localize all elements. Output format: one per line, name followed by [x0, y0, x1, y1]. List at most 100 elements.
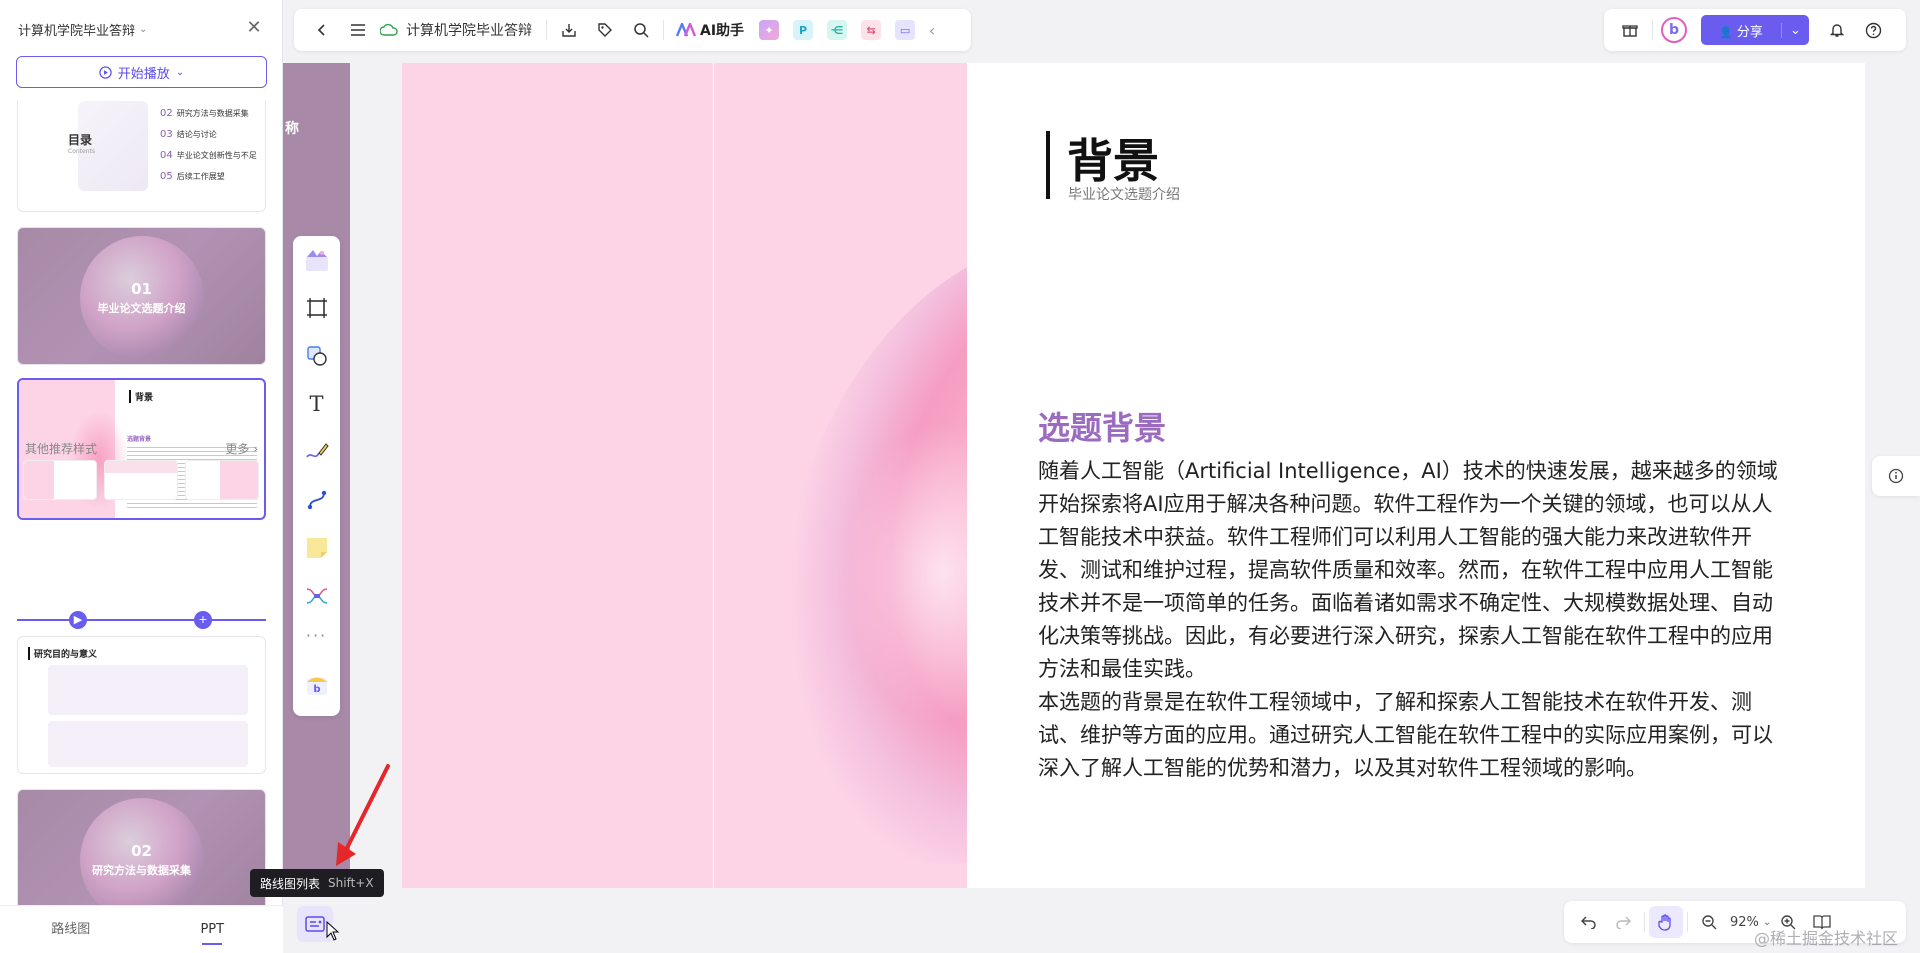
- top-toolbar: 计算机学院毕业答辩 AI助手 ✦ P ⋲ ⇆ ▭ ‹: [294, 9, 971, 51]
- divider: [546, 20, 547, 40]
- image-app-icon[interactable]: ✦: [759, 20, 780, 40]
- svg-text:b: b: [313, 684, 320, 695]
- slide-thumbnail-purpose[interactable]: 研究目的与意义: [17, 636, 266, 774]
- share-button[interactable]: 👤 分享 ⌄: [1701, 15, 1809, 45]
- slide-label: 研究方法与数据采集: [92, 864, 191, 877]
- more-icon[interactable]: ···: [301, 620, 332, 651]
- slide-thumbnail-02[interactable]: 02 研究方法与数据采集: [17, 789, 266, 905]
- chevron-left-icon[interactable]: [304, 14, 340, 46]
- recommended-styles: 其他推荐样式 更多 ›: [17, 436, 266, 506]
- roadmap-list-icon: [305, 916, 325, 932]
- insert-toolbar: T ··· b: [293, 236, 340, 716]
- start-play-button[interactable]: 开始播放 ⌄: [16, 56, 267, 88]
- watermark: @稀土掘金技术社区: [1753, 929, 1898, 948]
- p-app-icon[interactable]: P: [793, 20, 814, 40]
- connector-icon[interactable]: [301, 484, 332, 515]
- undo-icon[interactable]: [1572, 906, 1606, 938]
- slide-number: 02: [131, 842, 152, 860]
- slide-sidebar: 计算机学院毕业答辩 ⌄ ✕ 开始播放 ⌄ 目录 Contents 02 研究方法与…: [0, 0, 283, 953]
- cloud-icon: [376, 14, 402, 46]
- help-icon[interactable]: [1855, 14, 1891, 46]
- play-here-icon[interactable]: ▶: [69, 611, 87, 629]
- title-accent-bar: [1046, 131, 1050, 199]
- divider: [1644, 912, 1645, 932]
- slide-label: 毕业论文选题介绍: [97, 302, 186, 315]
- tooltip-label: 路线图列表: [260, 876, 321, 891]
- frame-icon[interactable]: [301, 292, 332, 323]
- add-user-icon: 👤: [1719, 25, 1733, 39]
- chevron-down-icon: ⌄: [139, 24, 148, 35]
- slide-number: 01: [131, 280, 152, 298]
- ai-logo-icon: [676, 23, 696, 37]
- tab-roadmap[interactable]: 路线图: [0, 906, 142, 953]
- thumb-title: 背景: [129, 390, 153, 403]
- tag-icon[interactable]: [587, 14, 623, 46]
- paragraph: 随着人工智能（Artificial Intelligence，AI）技术的快速发…: [1038, 459, 1778, 681]
- slide-thumbnail-toc[interactable]: 目录 Contents 02 研究方法与数据采集 03 结论与讨论 04 毕业论文创新…: [17, 100, 266, 212]
- chevron-down-icon[interactable]: ⌄: [1781, 22, 1809, 38]
- toc-item: 04 毕业论文创新性与不足: [160, 150, 257, 161]
- toc-items: 02 研究方法与数据采集 03 结论与讨论 04 毕业论文创新性与不足 05 后续工作展…: [160, 103, 257, 187]
- pen-icon[interactable]: [301, 436, 332, 467]
- add-slide-icon[interactable]: +: [194, 611, 212, 629]
- gift-icon[interactable]: [1612, 14, 1648, 46]
- info-icon[interactable]: [1872, 456, 1920, 496]
- redo-icon[interactable]: [1606, 906, 1640, 938]
- tab-ppt[interactable]: PPT: [142, 906, 284, 953]
- toc-item: 05 后续工作展望: [160, 171, 225, 182]
- toc-item: 03 结论与讨论: [160, 129, 217, 140]
- sidebar-title-text: 计算机学院毕业答辩: [18, 24, 136, 39]
- slide-title[interactable]: 背景: [1067, 125, 1159, 191]
- text-icon[interactable]: T: [301, 388, 332, 419]
- divider: [663, 20, 664, 40]
- ai-assistant-label: AI助手: [700, 23, 745, 39]
- cursor-icon: [326, 921, 340, 941]
- collapse-chevron-icon[interactable]: ‹: [922, 14, 942, 46]
- flow-app-icon[interactable]: ⇆: [861, 20, 882, 40]
- slide-thumbnail-list[interactable]: 目录 Contents 02 研究方法与数据采集 03 结论与讨论 04 毕业论文创新…: [0, 100, 283, 905]
- avatar[interactable]: b: [1661, 17, 1687, 43]
- divider: [1687, 912, 1688, 932]
- menu-icon[interactable]: [340, 14, 376, 46]
- more-link[interactable]: 更多 ›: [225, 440, 258, 457]
- sidebar-title[interactable]: 计算机学院毕业答辩 ⌄: [18, 20, 147, 39]
- thumb-title: 研究目的与意义: [28, 647, 97, 660]
- slide-thumbnail-01[interactable]: 01 毕业论文选题介绍: [17, 227, 266, 365]
- previous-slide-text: 称: [285, 121, 299, 137]
- slide-subtitle[interactable]: 毕业论文选题介绍: [1068, 184, 1180, 204]
- recommended-style-card[interactable]: [23, 460, 97, 500]
- sticky-note-icon[interactable]: [301, 532, 332, 563]
- thumb-box: [48, 721, 248, 767]
- toc-item: 02 研究方法与数据采集: [160, 108, 249, 119]
- toc-title: 目录: [68, 133, 93, 147]
- body-text[interactable]: 随着人工智能（Artificial Intelligence，AI）技术的快速发…: [1038, 455, 1788, 785]
- red-arrow-annotation: [336, 764, 390, 866]
- mindmap-icon[interactable]: [301, 580, 332, 611]
- recommended-style-card[interactable]: [185, 460, 259, 500]
- zoom-out-icon[interactable]: [1692, 906, 1726, 938]
- toc-subtitle: Contents: [68, 148, 95, 155]
- shape-icon[interactable]: [301, 340, 332, 371]
- slide-image-panel: [402, 63, 967, 888]
- insert-indicator-line: [17, 619, 266, 621]
- hand-tool-icon[interactable]: [1649, 906, 1683, 938]
- slide-canvas[interactable]: 背景 毕业论文选题介绍 选题背景 随着人工智能（Artificial Intel…: [402, 63, 1865, 888]
- glass-ring-image: [80, 236, 204, 360]
- top-right-toolbar: b 👤 分享 ⌄: [1604, 9, 1906, 51]
- mindmap-app-icon[interactable]: ⋲: [827, 20, 848, 40]
- thumb-box: [48, 665, 248, 715]
- search-icon[interactable]: [623, 14, 659, 46]
- chevron-down-icon: ⌄: [175, 66, 185, 78]
- board-app-icon[interactable]: ▭: [895, 20, 916, 40]
- download-icon[interactable]: [551, 14, 587, 46]
- recommended-label: 其他推荐样式: [25, 442, 98, 456]
- document-title[interactable]: 计算机学院毕业答辩: [406, 20, 532, 40]
- section-title[interactable]: 选题背景: [1038, 403, 1166, 449]
- plugin-icon[interactable]: b: [301, 668, 332, 699]
- bell-icon[interactable]: [1819, 14, 1855, 46]
- close-icon[interactable]: ✕: [244, 18, 264, 38]
- ai-assistant-button[interactable]: AI助手: [668, 20, 752, 40]
- recommended-style-card[interactable]: [104, 460, 178, 500]
- paragraph: 本选题的背景是在软件工程领域中，了解和探索人工智能技术在软件开发、测试、维护等方…: [1038, 690, 1773, 780]
- template-icon[interactable]: [301, 244, 332, 275]
